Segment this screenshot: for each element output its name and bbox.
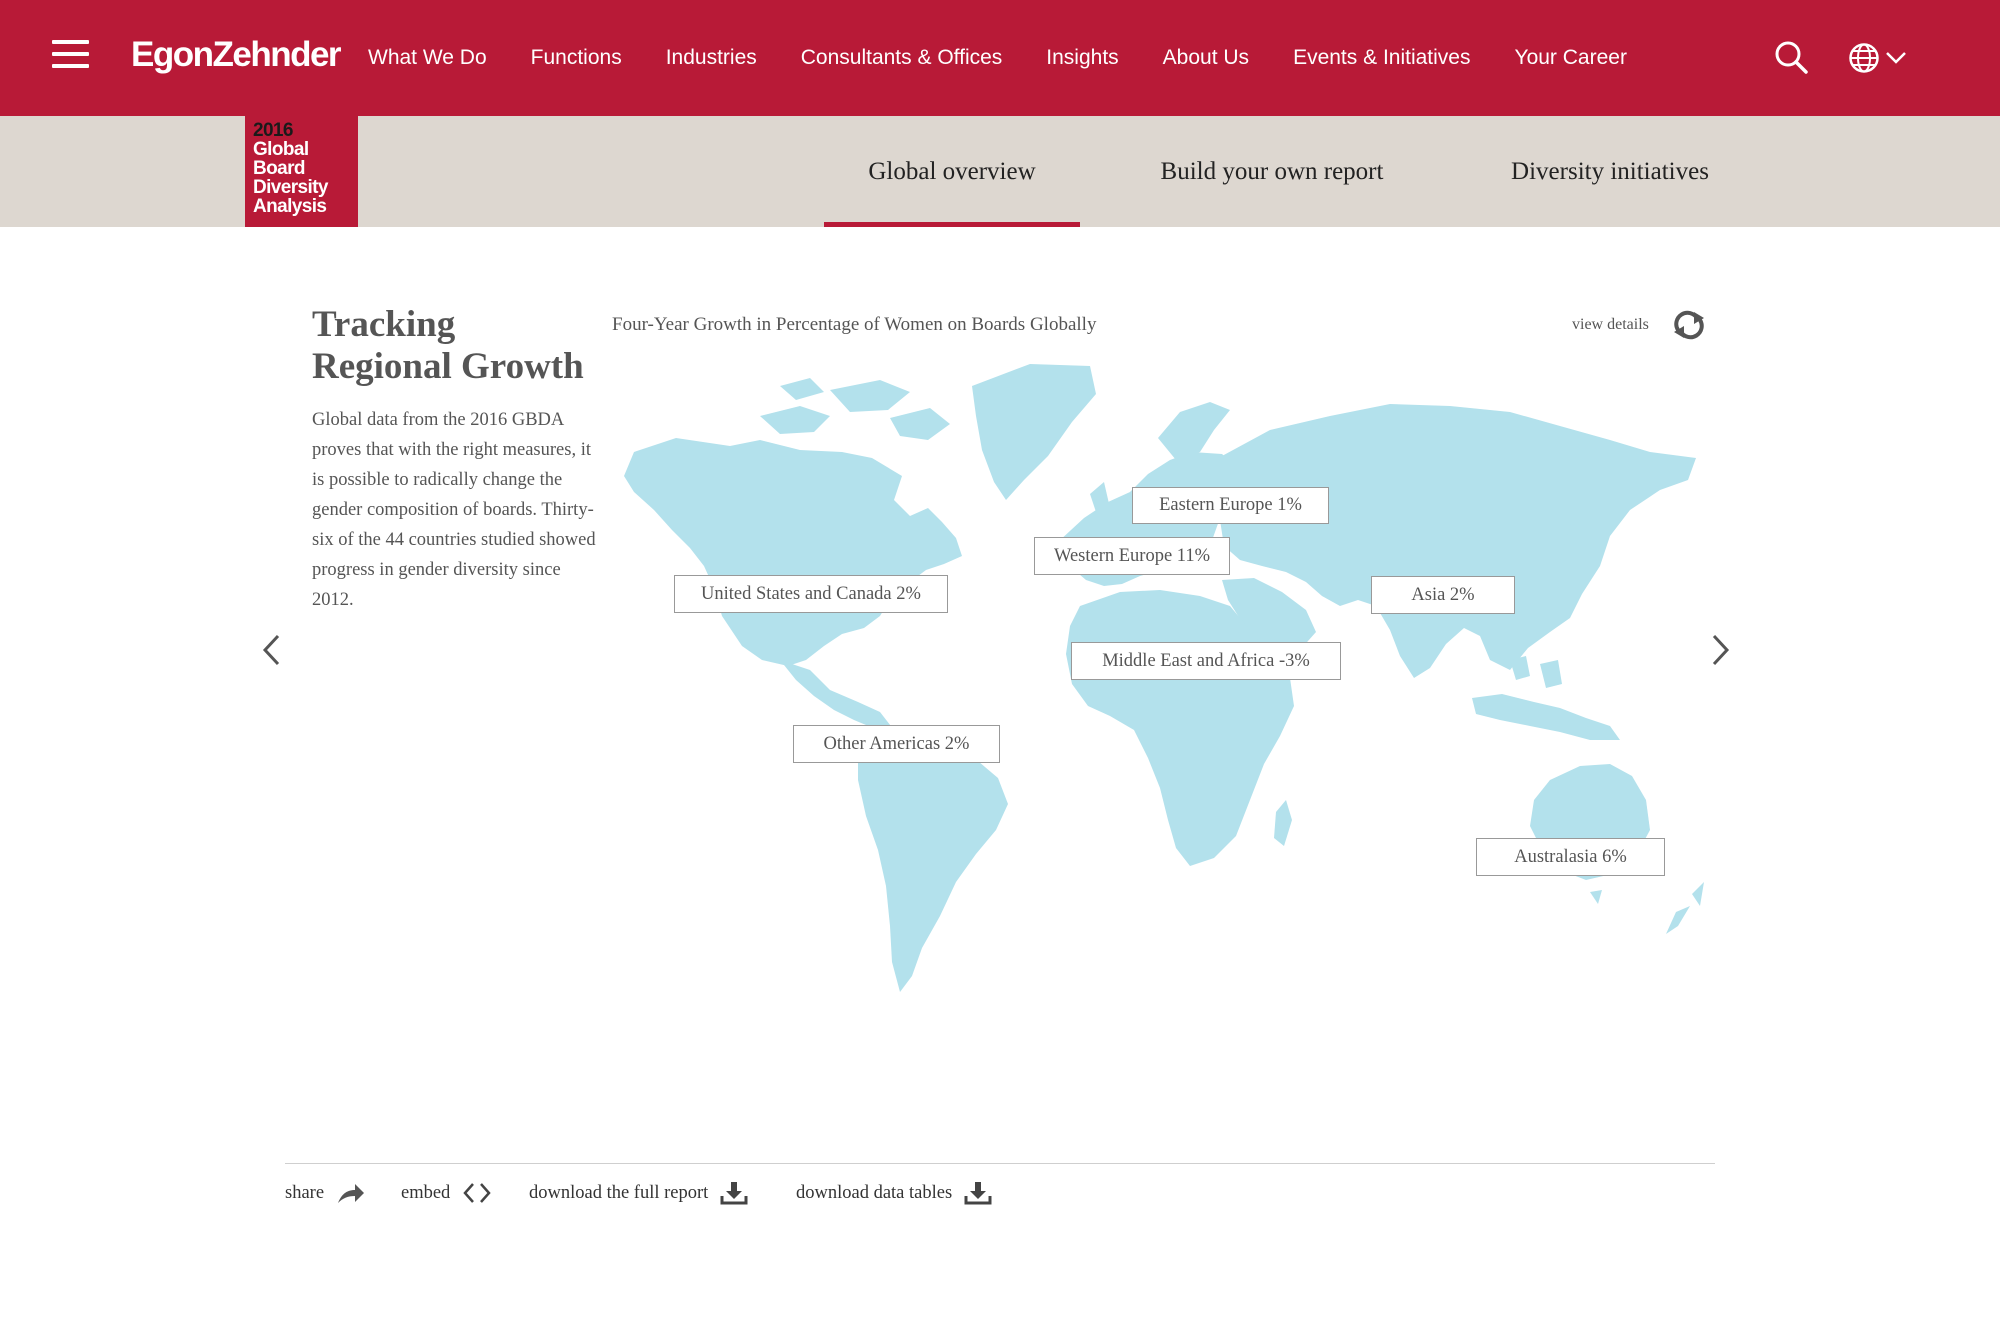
- nav-link-your-career[interactable]: Your Career: [1514, 46, 1626, 70]
- badge-line: Board: [253, 158, 306, 179]
- globe-icon[interactable]: [1848, 42, 1880, 74]
- map-north-america: [624, 438, 962, 666]
- gbda-badge-logo[interactable]: 2016 Global Board Diversity Analysis: [245, 116, 358, 227]
- badge-line: Diversity: [253, 177, 328, 198]
- nav-link-about-us[interactable]: About Us: [1163, 46, 1249, 70]
- share-label: share: [285, 1182, 325, 1203]
- tab-diversity-initiatives[interactable]: Diversity initiatives: [1490, 116, 1730, 227]
- region-label-asia[interactable]: Asia 2%: [1371, 576, 1515, 614]
- egon-zehnder-logo[interactable]: EgonZehnder: [131, 33, 342, 77]
- map-tasmania: [1590, 890, 1602, 904]
- map-greenland: [972, 364, 1096, 500]
- nav-link-functions[interactable]: Functions: [531, 46, 622, 70]
- download-icon: [720, 1182, 748, 1205]
- region-label-eastern-europe[interactable]: Eastern Europe 1%: [1132, 487, 1329, 524]
- download-report-label: download the full report: [529, 1182, 709, 1203]
- top-nav-bar: EgonZehnder What We Do Functions Industr…: [0, 0, 2000, 116]
- share-arrow-icon: [338, 1184, 365, 1203]
- chevron-down-icon[interactable]: [1884, 48, 1908, 66]
- main-nav: What We Do Functions Industries Consulta…: [368, 0, 1671, 116]
- badge-line: Global: [253, 139, 309, 160]
- previous-arrow-icon[interactable]: [256, 628, 286, 672]
- nav-link-industries[interactable]: Industries: [666, 46, 757, 70]
- section-title-line: Tracking: [312, 304, 456, 345]
- map-indonesia: [1472, 656, 1620, 740]
- map-madagascar: [1274, 800, 1292, 846]
- download-full-report-button[interactable]: download the full report: [529, 1180, 748, 1206]
- download-icon: [964, 1182, 992, 1205]
- nav-link-insights[interactable]: Insights: [1046, 46, 1118, 70]
- nav-link-events-initiatives[interactable]: Events & Initiatives: [1293, 46, 1470, 70]
- download-data-tables-button[interactable]: download data tables: [796, 1180, 992, 1206]
- share-button[interactable]: share: [285, 1180, 366, 1206]
- download-tables-label: download data tables: [796, 1182, 953, 1203]
- menu-icon[interactable]: [52, 40, 89, 70]
- view-details-link[interactable]: view details: [1572, 316, 1649, 334]
- nav-link-what-we-do[interactable]: What We Do: [368, 46, 487, 70]
- footer-divider: [285, 1163, 1715, 1164]
- map-arctic-islands: [760, 378, 950, 440]
- chart-title: Four-Year Growth in Percentage of Women …: [612, 314, 1097, 335]
- embed-label: embed: [401, 1182, 451, 1203]
- code-brackets-icon: [463, 1183, 491, 1203]
- region-label-us-canada[interactable]: United States and Canada 2%: [674, 575, 948, 613]
- region-label-western-europe[interactable]: Western Europe 11%: [1034, 537, 1230, 575]
- map-scandinavia: [1158, 402, 1230, 460]
- map-new-zealand: [1666, 882, 1704, 934]
- nav-link-consultants-offices[interactable]: Consultants & Offices: [801, 46, 1003, 70]
- map-central-america: [780, 660, 894, 730]
- badge-line: Analysis: [253, 196, 327, 217]
- region-label-other-americas[interactable]: Other Americas 2%: [793, 725, 1000, 763]
- section-title-line: Regional Growth: [312, 346, 584, 387]
- tab-global-overview[interactable]: Global overview: [824, 116, 1080, 227]
- region-label-australasia[interactable]: Australasia 6%: [1476, 838, 1665, 876]
- embed-button[interactable]: embed: [401, 1180, 492, 1206]
- search-icon[interactable]: [1774, 40, 1808, 74]
- section-description: Global data from the 2016 GBDA proves th…: [312, 410, 596, 610]
- section-title: Tracking Regional Growth: [312, 304, 602, 388]
- next-arrow-icon[interactable]: [1706, 628, 1736, 672]
- tab-build-your-own-report[interactable]: Build your own report: [1120, 116, 1424, 227]
- flip-arrows-icon[interactable]: [1670, 310, 1708, 340]
- world-map: [624, 364, 1704, 992]
- badge-year: 2016: [253, 120, 293, 141]
- region-label-middle-east-africa[interactable]: Middle East and Africa -3%: [1071, 642, 1341, 680]
- map-south-america: [858, 726, 1008, 992]
